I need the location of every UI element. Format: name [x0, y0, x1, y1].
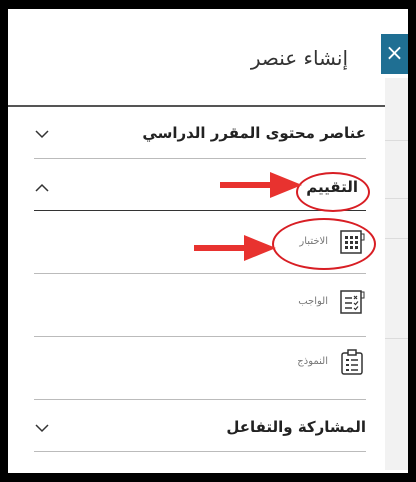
chevron-up-icon — [35, 183, 49, 192]
chevron-down-icon — [35, 130, 49, 139]
divider — [34, 273, 366, 274]
divider — [34, 158, 366, 159]
item-assignment[interactable]: الواجب — [34, 282, 366, 332]
divider — [34, 451, 366, 452]
assignment-icon — [340, 290, 365, 314]
close-button[interactable]: × — [381, 34, 408, 74]
item-assignment-label: الواجب — [298, 296, 328, 307]
close-icon: × — [385, 41, 404, 66]
section-course-content[interactable]: عناصر محتوى المقرر الدراسي — [34, 124, 366, 156]
title-divider — [8, 105, 385, 107]
divider — [34, 336, 366, 337]
chevron-down-icon — [35, 424, 49, 433]
item-form[interactable]: النموذج — [34, 342, 366, 392]
item-form-label: النموذج — [297, 356, 328, 367]
divider — [34, 399, 366, 400]
panel-title: إنشاء عنصر — [250, 46, 348, 70]
section-participation[interactable]: المشاركة والتفاعل — [34, 418, 366, 450]
arrow-icon — [220, 172, 302, 198]
annotation-circle-test — [272, 218, 376, 270]
background-strip — [385, 78, 408, 470]
annotation-circle-assessment — [296, 172, 370, 212]
form-icon — [341, 349, 363, 375]
arrow-icon — [194, 235, 276, 261]
divider — [34, 210, 366, 211]
section-course-content-label: عناصر محتوى المقرر الدراسي — [142, 124, 366, 142]
section-participation-label: المشاركة والتفاعل — [226, 418, 366, 436]
